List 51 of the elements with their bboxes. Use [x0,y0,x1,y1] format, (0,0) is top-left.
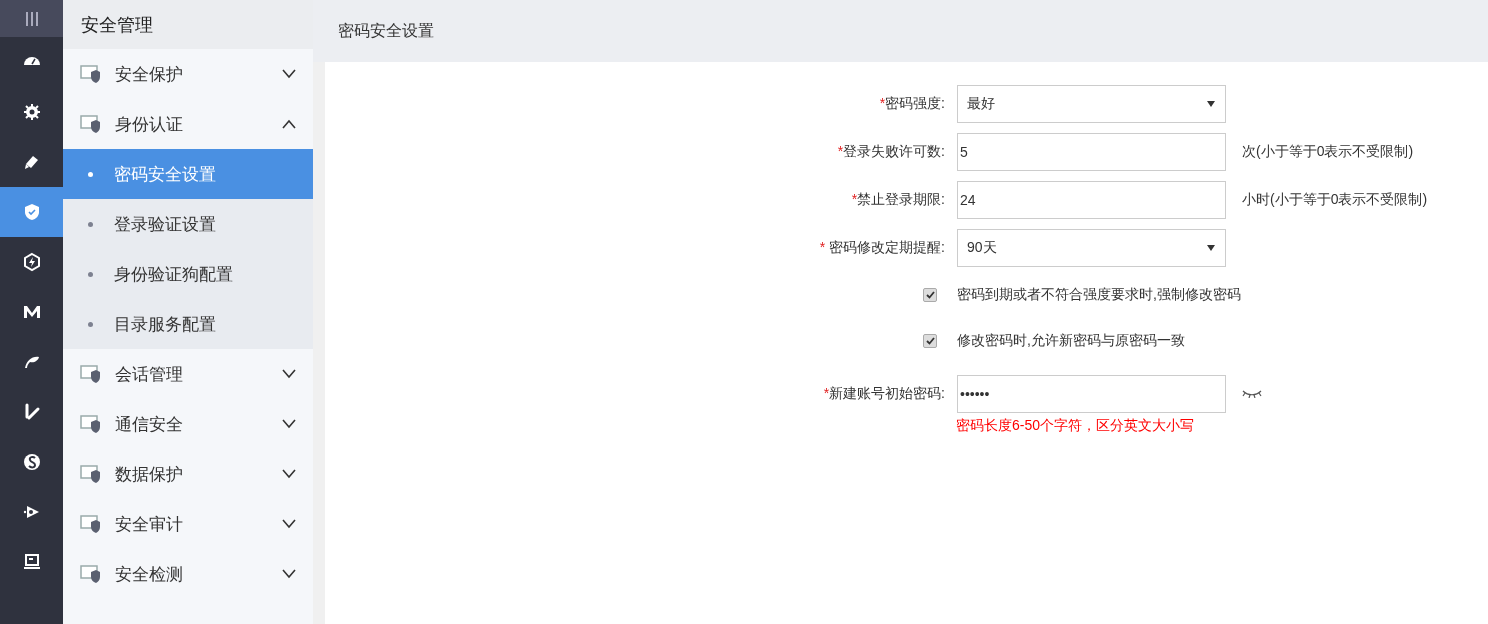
checkbox-label: 密码到期或者不符合强度要求时,强制修改密码 [957,286,1241,304]
page-title: 密码安全设置 [313,0,1488,62]
field-label: *禁止登录期限: [850,191,946,209]
sidebar-item[interactable]: 安全保护 [63,49,313,99]
shield-icon [79,113,101,135]
chevron-icon [281,369,297,379]
gear-icon [21,102,42,122]
submenu-item[interactable]: 身份验证狗配置 [63,249,313,299]
sidebar-item[interactable]: 安全审计 [63,499,313,549]
laptop-icon [21,552,42,572]
checkbox-label: 修改密码时,允许新密码与原密码一致 [957,332,1185,350]
sidebar-item[interactable]: 通信安全 [63,399,313,449]
submenu-item[interactable]: 登录验证设置 [63,199,313,249]
shield-icon [79,413,101,435]
input-field[interactable]: 5 [957,133,1226,171]
input-field[interactable]: 24 [957,181,1226,219]
chevron-icon [281,119,297,129]
checkbox[interactable] [923,288,937,302]
chevron-icon [281,519,297,529]
select-field[interactable]: 90天 [957,229,1226,267]
shield-icon [79,63,101,85]
chevron-icon [281,419,297,429]
unit-note: 小时(小于等于0表示不受限制) [1242,191,1428,209]
field-label: *新建账号初始密码: [822,385,946,403]
select-field[interactable]: 最好 [957,85,1226,123]
field-label: *登录失败许可数: [836,143,946,161]
unit-note: 次(小于等于0表示不受限制) [1242,143,1414,161]
sidebar-item[interactable]: 安全检测 [63,549,313,599]
dropdown-arrow-icon [1207,101,1215,107]
closed-eye-icon[interactable] [1242,390,1262,398]
shield-icon [79,513,101,535]
chevron-icon [281,69,297,79]
validation-hint: 密码长度6-50个字符，区分英文大小写 [956,417,1196,435]
shield-icon [79,463,101,485]
checkbox[interactable] [923,334,937,348]
chevron-icon [281,569,297,579]
menu-icon[interactable] [24,11,39,26]
shield-icon [79,563,101,585]
s-circle-icon [21,452,42,472]
field-label: * 密码修改定期提醒: [818,239,946,257]
shield-icon [79,363,101,385]
hexagon-bolt-icon [21,252,42,272]
field-label: *密码强度: [878,95,946,113]
submenu-item[interactable]: 目录服务配置 [63,299,313,349]
sidebar-item[interactable]: 数据保护 [63,449,313,499]
chevron-icon [281,469,297,479]
password-field[interactable]: •••••• [957,375,1226,413]
sidebar-item[interactable]: 身份认证 [63,99,313,149]
sidebar-title: 安全管理 [63,0,313,49]
sidebar-item[interactable]: 会话管理 [63,349,313,399]
dropdown-arrow-icon [1207,245,1215,251]
